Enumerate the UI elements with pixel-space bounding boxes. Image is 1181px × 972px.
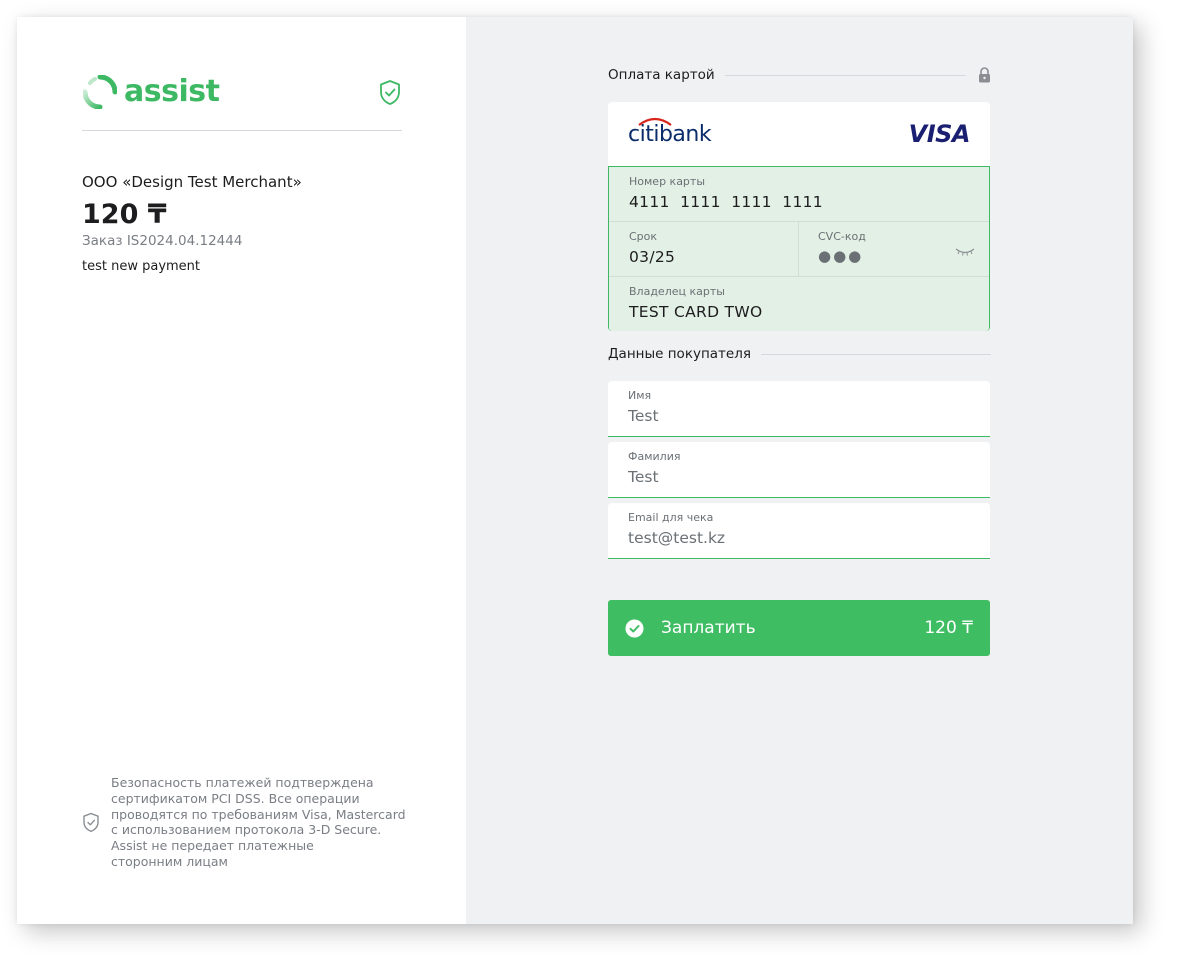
pay-button[interactable]: Заплатить 120 ₸ [608, 600, 990, 656]
last-name-label: Фамилия [628, 450, 681, 463]
field-separator [798, 222, 799, 276]
email-field[interactable]: Email для чека test@test.kz [608, 503, 990, 559]
card-fields: Номер карты 4111 1111 1111 1111 Срок 03/… [608, 166, 990, 331]
card-holder-field[interactable]: Владелец карты TEST CARD TWO [609, 277, 989, 331]
buyer-section-header: Данные покупателя [608, 346, 991, 362]
lock-icon [979, 67, 990, 83]
card-number-field[interactable]: Номер карты 4111 1111 1111 1111 [609, 167, 989, 222]
security-note-text: Безопасность платежей подтверждена серти… [111, 775, 406, 869]
payment-form-panel: Оплата картой citibank VISA Номер карты … [466, 17, 1133, 924]
expiry-input[interactable]: 03/25 [629, 248, 675, 266]
payment-page: assist ООО «Design Test Merchant» 120 ₸ … [17, 17, 1133, 924]
citibank-logo: citibank [628, 117, 712, 147]
header-divider [82, 130, 402, 131]
first-name-input[interactable]: Test [628, 407, 659, 425]
order-summary-panel: assist ООО «Design Test Merchant» 120 ₸ … [17, 17, 466, 924]
assist-logo-text: assist [124, 74, 220, 109]
card-header: citibank VISA [608, 102, 990, 166]
cvc-input[interactable]: ●●● [818, 247, 863, 265]
card-number-input[interactable]: 4111 1111 1111 1111 [629, 193, 823, 211]
merchant-name: ООО «Design Test Merchant» [82, 173, 302, 191]
first-name-label: Имя [628, 389, 652, 402]
card-section-title: Оплата картой [608, 67, 715, 83]
last-name-field[interactable]: Фамилия Test [608, 442, 990, 498]
shield-check-icon [83, 812, 99, 832]
cvc-label: CVC-код [818, 230, 866, 243]
eye-closed-icon[interactable] [955, 247, 975, 257]
section-divider [760, 353, 991, 355]
visa-logo: VISA [908, 120, 971, 148]
order-description: test new payment [82, 259, 201, 274]
pay-button-label: Заплатить [661, 618, 756, 638]
assist-logo-mark-icon [83, 75, 117, 109]
secure-shield-icon [378, 79, 402, 110]
card-holder-input[interactable]: TEST CARD TWO [629, 303, 762, 321]
card-number-label: Номер карты [629, 175, 706, 188]
buyer-section-title: Данные покупателя [608, 346, 751, 362]
assist-logo: assist [83, 74, 220, 109]
card-section-header: Оплата картой [608, 67, 991, 83]
check-circle-icon [625, 619, 644, 637]
card-holder-label: Владелец карты [629, 285, 725, 298]
pay-button-amount: 120 ₸ [924, 618, 973, 638]
expiry-label: Срок [629, 230, 658, 243]
first-name-field[interactable]: Имя Test [608, 381, 990, 437]
section-divider [724, 74, 966, 76]
bank-card: citibank VISA Номер карты 4111 1111 1111… [608, 102, 990, 331]
expiry-cvc-row: Срок 03/25 [609, 222, 989, 277]
email-label: Email для чека [628, 511, 714, 524]
last-name-input[interactable]: Test [628, 468, 659, 486]
order-number: Заказ IS2024.04.12444 [82, 233, 243, 249]
security-note: Безопасность платежей подтверждена серти… [82, 775, 411, 870]
email-input[interactable]: test@test.kz [628, 529, 725, 547]
order-amount: 120 ₸ [82, 199, 167, 230]
citibank-arc-icon [638, 117, 672, 126]
